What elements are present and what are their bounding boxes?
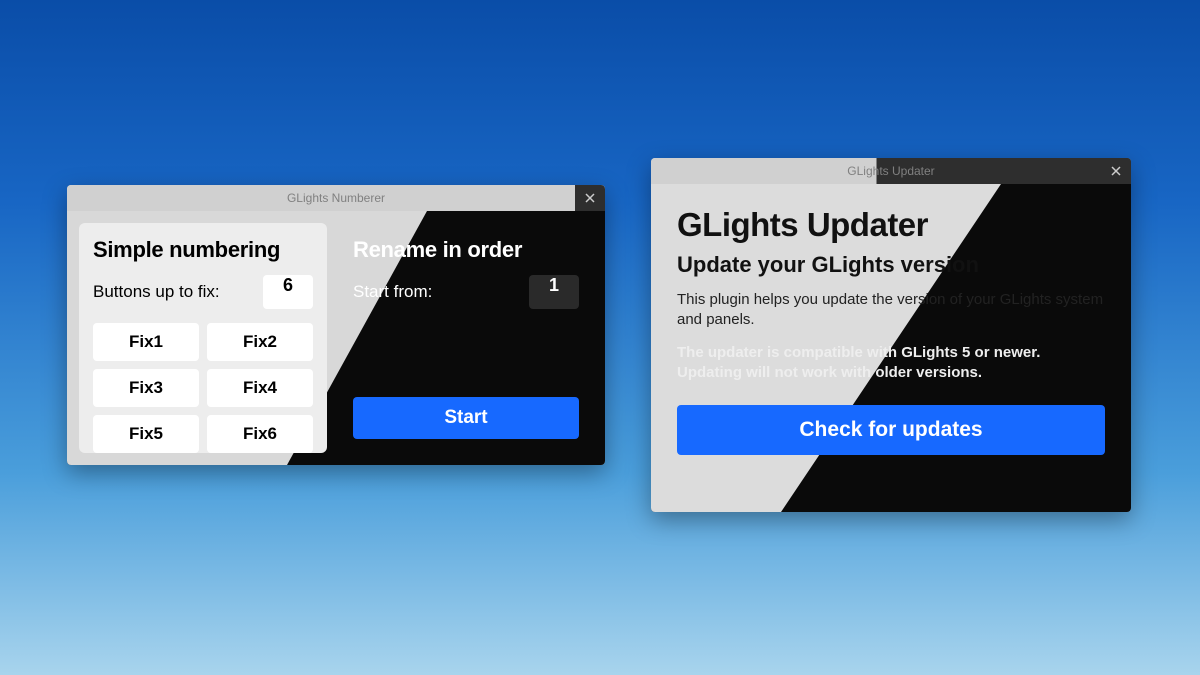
numberer-close-button[interactable] [575, 185, 605, 211]
updater-titlebar: GLights Updater [651, 158, 1131, 184]
numberer-title: GLights Numberer [287, 191, 385, 205]
simple-field-row: Buttons up to fix: 6 [93, 275, 313, 309]
simple-numbering-panel: Simple numbering Buttons up to fix: 6 Fi… [79, 223, 327, 453]
close-icon [585, 193, 595, 203]
start-from-input[interactable]: 1 [529, 275, 579, 309]
check-updates-button[interactable]: Check for updates [677, 405, 1105, 455]
updater-body: GLights Updater Update your GLights vers… [651, 184, 1131, 512]
rename-panel: Rename in order Start from: 1 Start [339, 223, 593, 453]
updater-title: GLights Updater [847, 164, 934, 178]
fix-button-1[interactable]: Fix1 [93, 323, 199, 361]
numberer-titlebar: GLights Numberer [67, 185, 605, 211]
updater-content: GLights Updater Update your GLights vers… [651, 184, 1131, 512]
fix-button-3[interactable]: Fix3 [93, 369, 199, 407]
updater-subheading: Update your GLights version [677, 252, 1105, 278]
buttons-up-to-label: Buttons up to fix: [93, 282, 220, 302]
fix-button-6[interactable]: Fix6 [207, 415, 313, 453]
start-button[interactable]: Start [353, 397, 579, 439]
simple-heading: Simple numbering [93, 237, 313, 263]
start-from-label: Start from: [353, 282, 432, 302]
buttons-count-input[interactable]: 6 [263, 275, 313, 309]
updater-close-button[interactable] [1101, 158, 1131, 184]
rename-field-row: Start from: 1 [353, 275, 579, 309]
fix-buttons-grid: Fix1 Fix2 Fix3 Fix4 Fix5 Fix6 [93, 323, 313, 453]
updater-compat-note: The updater is compatible with GLights 5… [677, 343, 1105, 384]
updater-window: GLights Updater GLights Updater Update y… [651, 158, 1131, 512]
updater-heading: GLights Updater [677, 206, 1105, 244]
updater-description: This plugin helps you update the version… [677, 290, 1105, 331]
numberer-window: GLights Numberer Simple numbering Button… [67, 185, 605, 465]
close-icon [1111, 166, 1121, 176]
rename-heading: Rename in order [353, 237, 579, 263]
fix-button-2[interactable]: Fix2 [207, 323, 313, 361]
numberer-body: Simple numbering Buttons up to fix: 6 Fi… [67, 211, 605, 465]
fix-button-5[interactable]: Fix5 [93, 415, 199, 453]
fix-button-4[interactable]: Fix4 [207, 369, 313, 407]
